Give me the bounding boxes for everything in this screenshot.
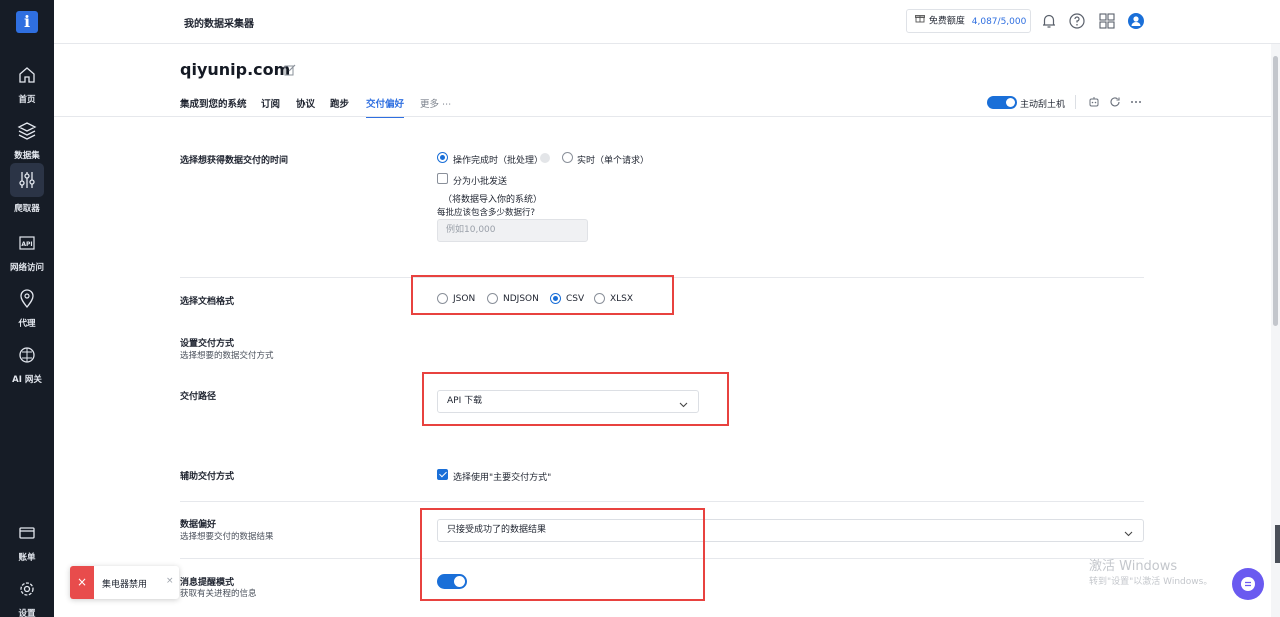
user-avatar-icon[interactable] bbox=[1127, 12, 1145, 30]
tab-runs[interactable]: 跑步 bbox=[330, 96, 349, 110]
split-note: （将数据导入你的系统） bbox=[443, 195, 543, 205]
toolbar-divider bbox=[1075, 95, 1076, 109]
bell-icon[interactable] bbox=[1040, 12, 1058, 30]
sidebar-item-home[interactable]: 首页 bbox=[0, 58, 54, 106]
tab-delivery-preferences[interactable]: 交付偏好 bbox=[366, 96, 405, 118]
radio-batch-label: 操作完成时（批处理） bbox=[453, 156, 544, 166]
brain-icon bbox=[10, 338, 44, 372]
chevron-down-icon bbox=[1124, 526, 1133, 537]
annotation-box bbox=[420, 508, 705, 601]
refresh-icon[interactable] bbox=[1108, 95, 1122, 109]
quota-value: 4,087/5,000 bbox=[971, 16, 1027, 27]
gear-icon bbox=[10, 572, 44, 606]
active-scraper-label: 主动刮土机 bbox=[1020, 100, 1066, 110]
help-icon[interactable] bbox=[1068, 12, 1086, 30]
sidebar-item-proxy[interactable]: 代理 bbox=[0, 282, 54, 330]
tab-more[interactable]: 更多 ⋯ bbox=[420, 96, 452, 110]
tab-divider bbox=[54, 116, 1280, 117]
chat-icon bbox=[1241, 577, 1255, 591]
quota-label: 免费额度 bbox=[928, 16, 965, 27]
sidebar-item-label: 爬取器 bbox=[14, 204, 40, 214]
app-logo[interactable]: i bbox=[16, 11, 38, 33]
use-primary-checkbox[interactable] bbox=[437, 469, 448, 480]
delivery-path-label: 交付路径 bbox=[180, 392, 217, 402]
app-title: 我的数据采集器 bbox=[184, 19, 254, 30]
apps-grid-icon[interactable] bbox=[1098, 12, 1116, 30]
rows-question: 每批应该包含多少数据行? bbox=[437, 208, 536, 218]
home-icon bbox=[10, 58, 44, 92]
radio-batch[interactable] bbox=[437, 152, 448, 163]
gift-icon bbox=[915, 10, 926, 32]
toast-close-button[interactable]: × bbox=[166, 576, 174, 586]
section-divider bbox=[180, 501, 1144, 502]
more-options-icon[interactable] bbox=[1129, 95, 1143, 109]
batch-rows-input[interactable]: 例如10,000 bbox=[437, 219, 588, 242]
layers-icon bbox=[10, 114, 44, 148]
sidebar-item-datasets[interactable]: 数据集 bbox=[0, 114, 54, 162]
use-primary-label: 选择使用"主要交付方式" bbox=[453, 473, 552, 483]
svg-text:API: API bbox=[21, 241, 32, 248]
data-preference-label: 数据偏好 bbox=[180, 520, 217, 530]
api-icon: API bbox=[10, 226, 44, 260]
sidebar-item-settings[interactable]: 设置 bbox=[0, 572, 54, 617]
tab-protocol[interactable]: 协议 bbox=[296, 96, 315, 110]
robot-icon[interactable] bbox=[1087, 95, 1101, 109]
sidebar: i 首页 数据集 爬取器 API 网络访问 代理 AI 网关 账单 设置 bbox=[0, 0, 54, 617]
card-icon bbox=[10, 516, 44, 550]
sliders-icon bbox=[10, 163, 44, 197]
sidebar-item-web-access[interactable]: API 网络访问 bbox=[0, 226, 54, 274]
windows-watermark-title: 激活 Windows bbox=[1089, 559, 1178, 574]
tab-subscribe[interactable]: 订阅 bbox=[261, 96, 280, 110]
delivery-method-sublabel: 选择想要的数据交付方式 bbox=[180, 351, 274, 361]
radio-realtime-label: 实时（单个请求） bbox=[577, 156, 650, 166]
sidebar-item-label: 账单 bbox=[18, 553, 36, 563]
chat-button[interactable] bbox=[1232, 568, 1264, 600]
sidebar-item-label: AI 网关 bbox=[12, 375, 42, 385]
secondary-delivery-label: 辅助交付方式 bbox=[180, 472, 235, 482]
tab-integrate[interactable]: 集成到您的系统 bbox=[180, 96, 247, 110]
split-batches-label: 分为小批发送 bbox=[453, 177, 508, 187]
sidebar-item-ai-gateway[interactable]: AI 网关 bbox=[0, 338, 54, 386]
sidebar-item-billing[interactable]: 账单 bbox=[0, 516, 54, 564]
windows-watermark-subtitle: 转到"设置"以激活 Windows。 bbox=[1089, 577, 1213, 587]
toast-message: 集电器禁用 bbox=[102, 580, 148, 590]
active-scraper-toggle[interactable] bbox=[987, 96, 1017, 109]
format-label: 选择文档格式 bbox=[180, 297, 235, 307]
data-preference-sublabel: 选择想要交付的数据结果 bbox=[180, 532, 274, 542]
window-edge bbox=[1275, 525, 1280, 563]
location-pin-icon bbox=[10, 282, 44, 316]
sidebar-item-scrapers[interactable]: 爬取器 bbox=[0, 163, 54, 214]
annotation-box bbox=[411, 275, 674, 315]
top-header: 我的数据采集器 免费额度 4,087/5,000 bbox=[54, 0, 1280, 44]
sidebar-item-label: 数据集 bbox=[14, 151, 40, 161]
error-toast: × 集电器禁用 × bbox=[70, 566, 179, 599]
sidebar-item-label: 网络访问 bbox=[9, 263, 44, 273]
delivery-time-label: 选择想获得数据交付的时间 bbox=[180, 156, 289, 166]
sidebar-item-label: 设置 bbox=[18, 609, 36, 617]
split-batches-checkbox[interactable] bbox=[437, 173, 448, 184]
scrollbar-thumb[interactable] bbox=[1273, 56, 1278, 326]
annotation-box bbox=[422, 372, 729, 426]
info-icon[interactable] bbox=[540, 153, 550, 163]
radio-realtime[interactable] bbox=[562, 152, 573, 163]
delivery-method-label: 设置交付方式 bbox=[180, 339, 235, 349]
sidebar-item-label: 首页 bbox=[18, 95, 36, 105]
error-icon: × bbox=[70, 566, 94, 599]
page-title: qiyunip.com bbox=[180, 60, 291, 79]
sidebar-item-label: 代理 bbox=[18, 319, 36, 329]
notify-mode-sublabel: 获取有关进程的信息 bbox=[180, 589, 257, 599]
quota-badge[interactable]: 免费额度 4,087/5,000 bbox=[906, 9, 1031, 33]
edit-icon[interactable] bbox=[284, 64, 296, 76]
